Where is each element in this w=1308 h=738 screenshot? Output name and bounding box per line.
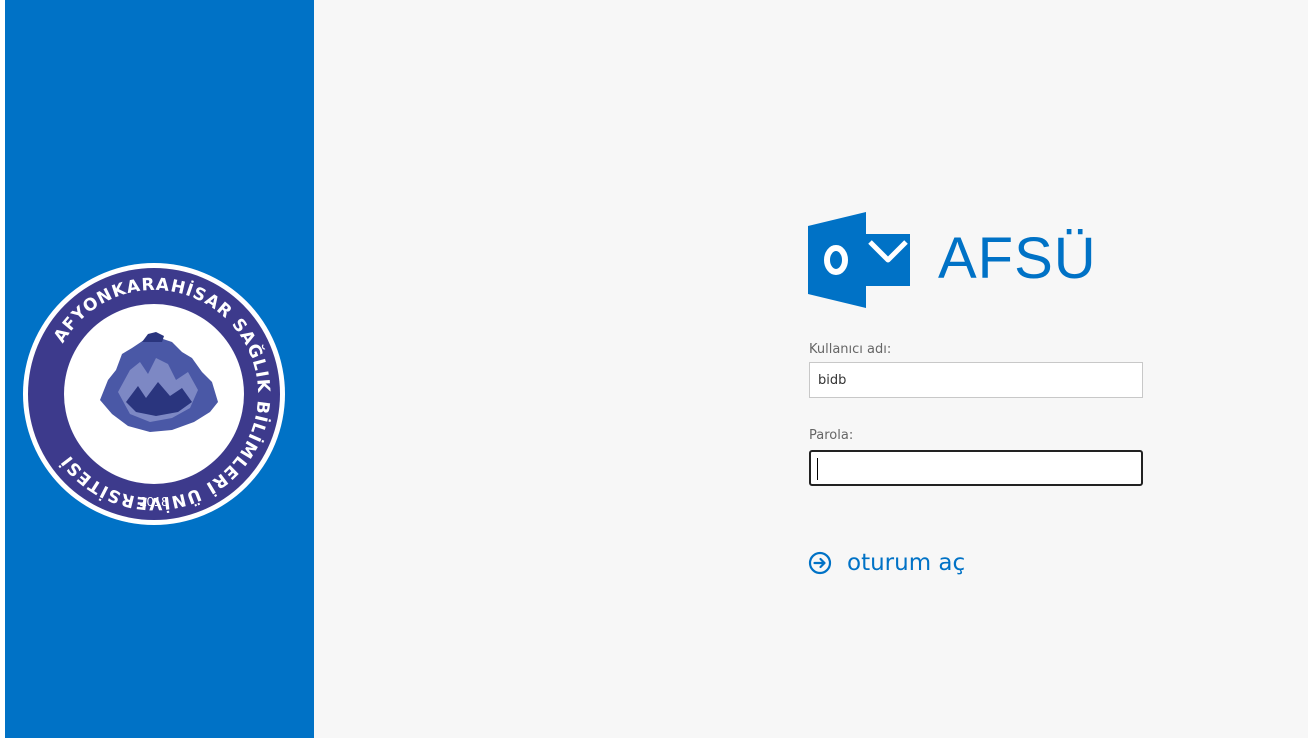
username-label: Kullanıcı adı: [809,342,892,357]
password-label: Parola: [809,428,854,443]
sign-in-button[interactable]: oturum aç [808,547,965,579]
seal-year: 2018 [140,494,169,509]
login-page: AFYONKARAHİSAR SAĞLIK BİLİMLERİ ÜNİVERSİ… [0,0,1308,738]
university-seal-logo: AFYONKARAHİSAR SAĞLIK BİLİMLERİ ÜNİVERSİ… [23,263,285,525]
arrow-circle-right-icon [808,551,832,575]
brand-name: AFSÜ [938,226,1097,291]
password-input[interactable] [809,450,1143,486]
sign-in-label: oturum aç [847,550,966,576]
brand-header: AFSÜ [808,212,1148,308]
text-cursor [817,458,818,480]
username-input[interactable] [809,362,1143,398]
outlook-icon [808,212,910,308]
